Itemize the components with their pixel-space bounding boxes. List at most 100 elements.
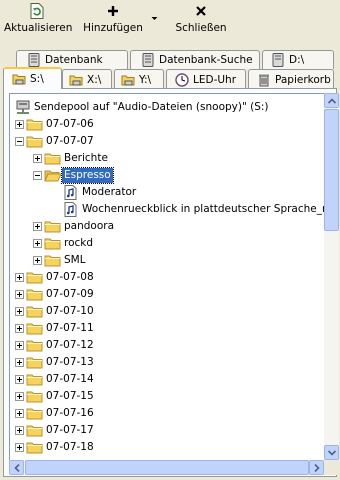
expand-icon[interactable] — [33, 256, 42, 265]
expand-icon[interactable] — [15, 443, 24, 452]
database-icon — [141, 53, 155, 67]
tree-item-label: Espresso — [61, 167, 114, 184]
tab-label: Datenbank-Suche — [159, 54, 253, 66]
tab-label: D:\ — [289, 54, 305, 66]
tree-item-label: 07-07-14 — [46, 373, 94, 385]
tab-datenbank-suche[interactable]: Datenbank-Suche — [130, 50, 260, 69]
collapse-icon[interactable] — [15, 137, 24, 146]
folder-icon — [26, 116, 44, 133]
expand-icon[interactable] — [15, 120, 24, 129]
vertical-scrollbar[interactable] — [324, 93, 339, 460]
add-dropdown-button[interactable] — [150, 14, 159, 23]
chevron-down-icon — [151, 17, 158, 20]
expand-icon[interactable] — [33, 222, 42, 231]
tree-item-label: Moderator — [82, 186, 137, 198]
chevron-left-icon — [13, 463, 20, 472]
tab-drive-d[interactable]: D:\ — [262, 50, 334, 69]
tab-label: S:\ — [30, 73, 44, 85]
scroll-up-button[interactable] — [324, 93, 339, 108]
add-label: Hinzufügen — [83, 22, 143, 34]
close-icon — [168, 2, 234, 20]
network-drive-icon — [14, 99, 32, 116]
tab-label: Y:\ — [139, 73, 152, 86]
folder-icon — [26, 286, 44, 303]
scrollbar-corner — [324, 460, 339, 475]
folder-icon — [26, 354, 44, 371]
refresh-button[interactable]: Aktualisieren — [4, 2, 73, 40]
tree-item-label: 07-07-11 — [46, 322, 94, 334]
folder-icon — [44, 252, 62, 269]
add-button[interactable]: Hinzufügen — [80, 2, 146, 40]
vertical-scroll-thumb[interactable] — [324, 109, 339, 231]
drive-icon — [271, 53, 285, 67]
collapse-icon[interactable] — [33, 171, 42, 180]
scroll-down-button[interactable] — [324, 445, 339, 460]
folder-icon — [44, 218, 62, 235]
scroll-right-button[interactable] — [309, 460, 324, 475]
tree-item-label: 07-07-18 — [46, 441, 94, 453]
tree-item-label: 07-07-16 — [46, 407, 94, 419]
audio-file-icon — [62, 201, 80, 218]
close-button[interactable]: Schließen — [168, 2, 234, 40]
tab-drive-x[interactable]: X:\ — [62, 69, 112, 89]
tree-item-label: SML — [64, 254, 86, 266]
tree-item-label: Wochenrueckblick in plattdeutscher Sprac… — [82, 203, 326, 215]
tab-label: Papierkorb — [275, 73, 331, 86]
expand-icon[interactable] — [33, 239, 42, 248]
trash-icon — [257, 73, 271, 87]
folder-icon — [26, 303, 44, 320]
expand-icon[interactable] — [15, 341, 24, 350]
tab-panel: Sendepool auf "Audio-Dateien (snoopy)" (… — [3, 88, 339, 477]
chevron-down-icon — [327, 449, 336, 456]
folder-icon — [26, 337, 44, 354]
expand-icon[interactable] — [15, 375, 24, 384]
clock-icon — [175, 72, 189, 87]
tree-item-label: Berichte — [64, 152, 108, 164]
chevron-up-icon — [327, 97, 336, 104]
folder-icon — [44, 150, 62, 167]
tree-item-label: 07-07-17 — [46, 424, 94, 436]
folder-icon — [26, 320, 44, 337]
tab-drive-y[interactable]: Y:\ — [114, 69, 164, 89]
horizontal-scrollbar[interactable] — [9, 460, 324, 475]
expand-icon[interactable] — [15, 273, 24, 282]
expand-icon[interactable] — [15, 426, 24, 435]
refresh-icon — [4, 2, 70, 20]
tree-item-label: 07-07-08 — [46, 271, 94, 283]
expand-icon[interactable] — [15, 307, 24, 316]
scroll-left-button[interactable] — [9, 460, 24, 475]
expand-icon[interactable] — [15, 409, 24, 418]
tab-label: LED-Uhr — [193, 73, 237, 86]
expand-icon[interactable] — [33, 154, 42, 163]
tree-item-label: pandoora — [64, 220, 115, 232]
tree-item-label: 07-07-07 — [46, 135, 94, 147]
tab-papierkorb[interactable]: Papierkorb — [248, 69, 334, 89]
horizontal-scroll-thumb[interactable] — [25, 460, 309, 475]
network-drive-icon — [12, 72, 26, 86]
folder-icon — [44, 235, 62, 252]
database-icon — [27, 53, 41, 67]
expand-icon[interactable] — [15, 290, 24, 299]
tree-item-label: 07-07-06 — [46, 118, 94, 130]
close-label: Schließen — [175, 22, 227, 34]
folder-icon — [26, 439, 44, 456]
tree-item-label: 07-07-13 — [46, 356, 94, 368]
audio-file-icon — [62, 184, 80, 201]
expand-icon[interactable] — [15, 392, 24, 401]
folder-icon — [26, 422, 44, 439]
folder-icon — [26, 388, 44, 405]
tab-drive-s[interactable]: S:\ — [3, 67, 62, 89]
folder-icon — [26, 269, 44, 286]
tree-item-label: 07-07-12 — [46, 339, 94, 351]
tab-led-uhr[interactable]: LED-Uhr — [166, 69, 246, 89]
chevron-right-icon — [313, 463, 320, 472]
tree-item-label: 07-07-09 — [46, 288, 94, 300]
tree-item-label: Sendepool auf "Audio-Dateien (snoopy)" (… — [34, 101, 269, 113]
expand-icon[interactable] — [15, 358, 24, 367]
plus-icon — [80, 2, 146, 20]
network-drive-icon — [69, 73, 83, 87]
file-tree[interactable]: Sendepool auf "Audio-Dateien (snoopy)" (… — [9, 93, 326, 462]
refresh-label: Aktualisieren — [4, 22, 73, 34]
network-drive-icon — [121, 73, 135, 87]
expand-icon[interactable] — [15, 324, 24, 333]
